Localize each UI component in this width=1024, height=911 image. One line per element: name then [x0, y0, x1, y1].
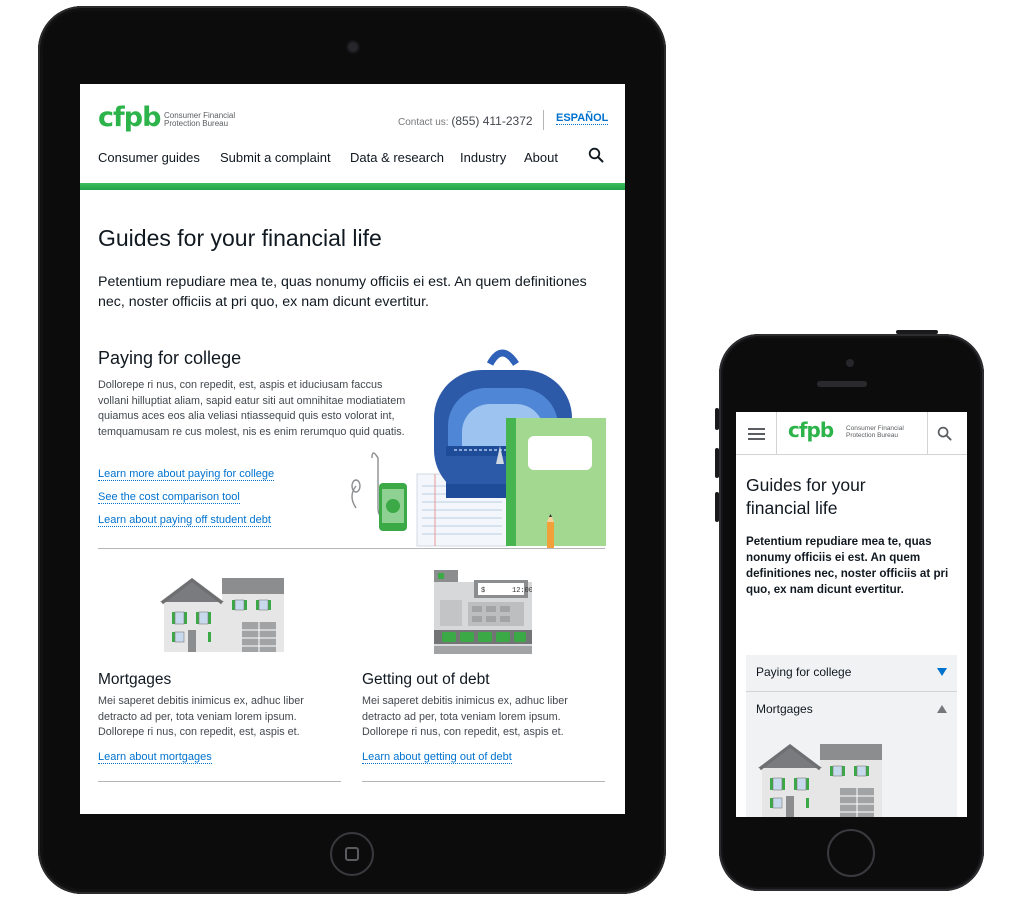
- logo-name: Consumer Financial Protection Bureau: [846, 425, 904, 439]
- phone-home-button[interactable]: [827, 829, 875, 877]
- mobile-mortgages-illustration: [756, 738, 884, 817]
- register-display: 12:00: [512, 587, 532, 595]
- phone-mute-switch: [715, 408, 719, 430]
- section-divider: [98, 548, 605, 549]
- logo-mark: cfpb: [788, 418, 834, 442]
- phone-power-button: [896, 330, 938, 334]
- mobile-page-intro: Petentium repudiare mea te, quas nonumy …: [746, 535, 949, 596]
- nav-submit-complaint[interactable]: Submit a complaint: [220, 150, 331, 165]
- mobile-site-logo[interactable]: cfpb Consumer Financial Protection Burea…: [788, 418, 918, 448]
- mortgages-illustration: [158, 572, 286, 652]
- college-link-cost-comparison[interactable]: See the cost comparison tool: [98, 491, 240, 504]
- logo-name: Consumer Financial Protection Bureau: [164, 111, 236, 129]
- mortgages-divider: [98, 781, 341, 782]
- tablet-home-button[interactable]: [330, 832, 374, 876]
- chevron-down-icon: [937, 668, 947, 676]
- mortgages-heading: Mortgages: [98, 671, 172, 688]
- page-title: Guides for your financial life: [98, 225, 382, 251]
- debt-link[interactable]: Learn about getting out of debt: [362, 751, 512, 764]
- accordion-label: Paying for college: [756, 665, 852, 679]
- header-divider-right: [927, 412, 928, 454]
- phone-volume-up: [715, 448, 719, 478]
- mortgages-link[interactable]: Learn about mortgages: [98, 751, 212, 764]
- college-illustration: [342, 346, 607, 548]
- mobile-page-title: Guides for your financial life: [746, 475, 866, 518]
- svg-text:$: $: [481, 587, 485, 595]
- nav-consumer-guides[interactable]: Consumer guides: [98, 150, 200, 165]
- phone-volume-down: [715, 492, 719, 522]
- contact-phone: (855) 411-2372: [451, 114, 533, 128]
- espanol-link[interactable]: ESPAÑOL: [556, 112, 609, 125]
- accordion-item-mortgages[interactable]: Mortgages: [746, 692, 957, 728]
- logo-mark: cfpb: [98, 102, 161, 133]
- page-intro: Petentium repudiare mea te, quas nonumy …: [98, 274, 587, 310]
- contact-label: Contact us:: [398, 117, 449, 128]
- debt-heading: Getting out of debt: [362, 671, 490, 688]
- phone-speaker: [817, 381, 867, 387]
- nav-about[interactable]: About: [524, 150, 558, 165]
- mobile-header-border: [736, 454, 967, 455]
- college-heading: Paying for college: [98, 348, 242, 368]
- hamburger-menu-icon[interactable]: [748, 428, 765, 440]
- debt-divider: [362, 781, 605, 782]
- accordion-label: Mortgages: [756, 702, 813, 716]
- search-icon[interactable]: [937, 426, 952, 441]
- accordion-item-paying-for-college[interactable]: Paying for college: [746, 655, 957, 692]
- college-link-student-debt[interactable]: Learn about paying off student debt: [98, 514, 271, 527]
- chevron-up-icon: [937, 705, 947, 713]
- header-divider: [543, 110, 544, 130]
- phone-screen: cfpb Consumer Financial Protection Burea…: [736, 412, 967, 817]
- phone-camera: [846, 359, 854, 367]
- search-icon[interactable]: [588, 147, 604, 163]
- header-green-bar: [80, 183, 625, 190]
- debt-body: Mei saperet debitis inimicus ex, adhuc l…: [362, 695, 568, 739]
- nav-data-research[interactable]: Data & research: [350, 150, 444, 165]
- contact-info: Contact us: (855) 411-2372: [398, 114, 533, 128]
- nav-industry[interactable]: Industry: [460, 150, 506, 165]
- site-logo[interactable]: cfpb Consumer Financial Protection Burea…: [98, 102, 248, 136]
- header-divider-left: [776, 412, 777, 454]
- college-link-learn-more[interactable]: Learn more about paying for college: [98, 468, 275, 481]
- mortgages-body: Mei saperet debitis inimicus ex, adhuc l…: [98, 695, 304, 739]
- debt-illustration: 12:00 $: [434, 570, 533, 654]
- tablet-screen: cfpb Consumer Financial Protection Burea…: [80, 84, 625, 814]
- accordion-panel-mortgages: [746, 728, 957, 817]
- tablet-camera: [348, 42, 358, 52]
